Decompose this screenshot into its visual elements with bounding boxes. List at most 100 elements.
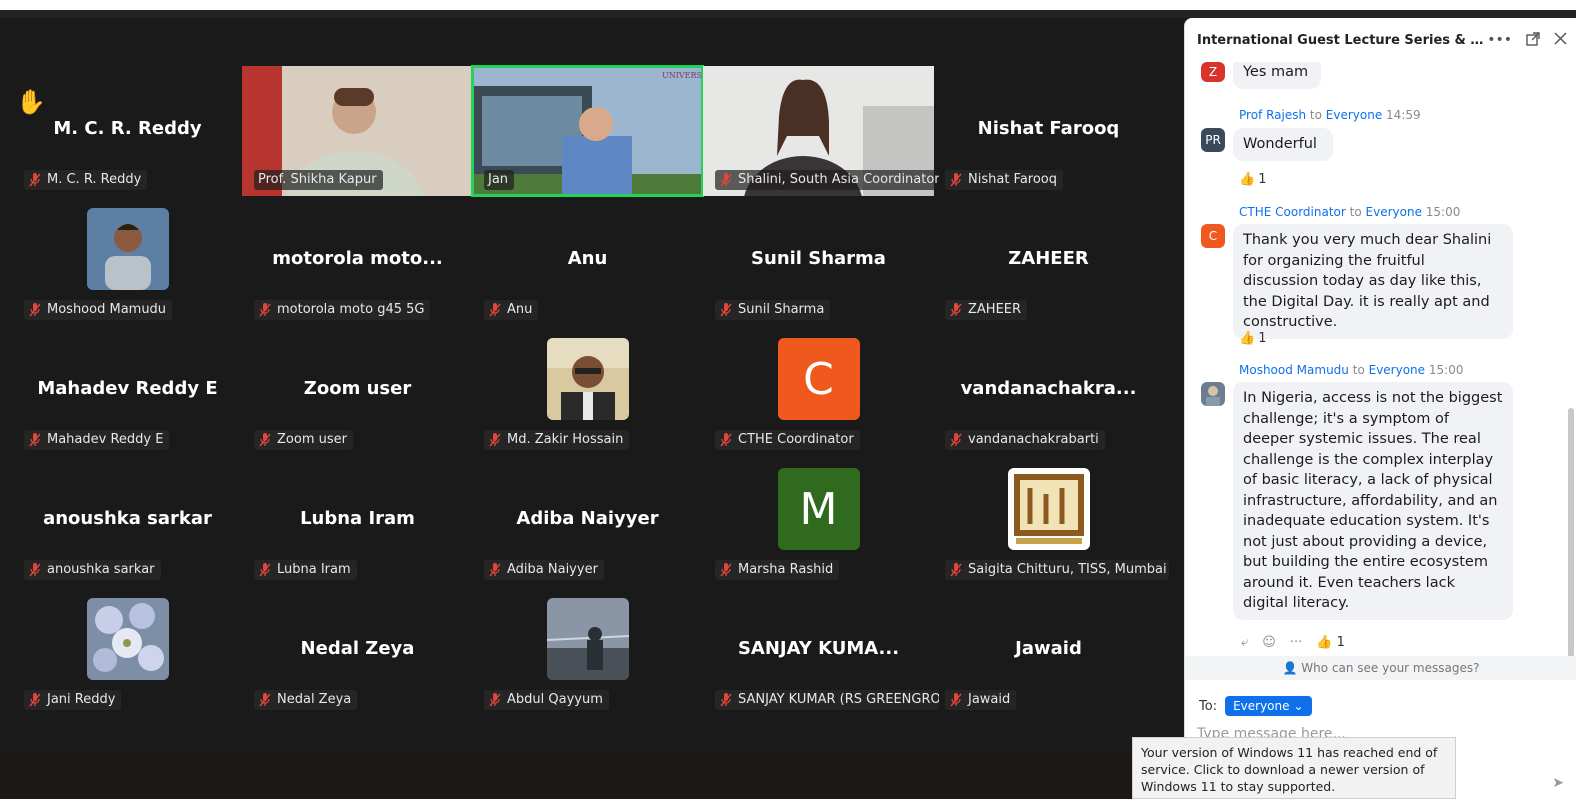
participant-tile[interactable]: Md. Zakir Hossain [472,326,703,456]
participant-name-label: Saigita Chitturu, TISS, Mumbai [945,560,1169,580]
mic-off-icon [719,433,733,447]
participant-tile[interactable]: SANJAY KUMA... SANJAY KUMAR (RS GREENGROW… [703,586,939,716]
windows-update-notification[interactable]: Your version of Windows 11 has reached e… [1132,737,1456,799]
mic-off-icon [949,173,963,187]
who-can-see-link[interactable]: 👤 Who can see your messages? [1185,656,1576,680]
participant-tile[interactable]: vandanachakra... vandanachakrabarti [933,326,1164,456]
reply-icon[interactable]: ⤶ [1241,635,1248,650]
chat-scrollbar[interactable] [1568,408,1574,658]
chat-title: International Guest Lecture Series & Oth… [1197,32,1493,48]
participant-name: Anu [507,302,533,317]
participant-name-label: Jawaid [945,690,1017,710]
participant-name-label: Jani Reddy [24,690,122,710]
participant-tile[interactable]: Moshood Mamudu [12,196,243,326]
reaction[interactable]: 👍 1 [1239,172,1266,187]
participant-name-label: anoushka sarkar [24,560,161,580]
mic-off-icon [258,433,272,447]
participant-tile[interactable]: Mahadev Reddy E Mahadev Reddy E [12,326,243,456]
participant-name-label: Anu [484,300,539,320]
participant-tile[interactable]: Adiba Naiyyer Adiba Naiyyer [472,456,703,586]
participant-tile[interactable]: Saigita Chitturu, TISS, Mumbai [933,456,1169,586]
participant-name: Mahadev Reddy E [47,432,164,447]
avatar: M [777,468,860,550]
thumbs-up-icon: 👍 [1316,635,1333,650]
more-icon[interactable]: ··· [1290,635,1302,650]
popout-icon[interactable] [1526,32,1540,50]
participant-name-display: Adiba Naiyyer [516,508,659,529]
participant-name-display: Lubna Iram [300,508,415,529]
participant-tile[interactable]: anoushka sarkar anoushka sarkar [12,456,243,586]
participant-name: Adiba Naiyyer [507,562,598,577]
participant-tile[interactable]: Anu Anu [472,196,703,326]
send-icon[interactable]: ➤ [1552,775,1564,791]
participant-tile[interactable]: UNIVERSITY Jan [471,65,704,197]
meeting-controls-bar [0,754,1184,799]
participant-tile[interactable]: Nishat Farooq Nishat Farooq [933,66,1164,196]
participant-tile[interactable]: Shalini, South Asia Coordinator, A... [703,66,939,196]
participant-tile[interactable]: Nedal Zeya Nedal Zeya [242,586,473,716]
participant-tile[interactable]: motorola moto... motorola moto g45 5G [242,196,473,326]
emoji-icon[interactable]: ☺ [1262,635,1276,650]
mic-off-icon [488,563,502,577]
participant-name-label: Mahadev Reddy E [24,430,170,450]
window-top-edge [0,0,1576,10]
chat-messages[interactable]: Z Yes mam Prof Rajesh to Everyone 14:59 … [1185,62,1576,656]
mic-off-icon [28,563,42,577]
participant-tile[interactable]: Zoom user Zoom user [242,326,473,456]
participant-name-display: Zoom user [303,378,412,399]
participant-name: CTHE Coordinator [738,432,854,447]
participant-name-label: CTHE Coordinator [715,430,860,450]
participant-name: Saigita Chitturu, TISS, Mumbai [968,562,1167,577]
avatar [546,338,629,420]
participant-tile[interactable]: M Marsha Rashid [703,456,934,586]
participant-name: motorola moto g45 5G [277,302,425,317]
avatar [86,598,169,680]
participant-tile[interactable]: Lubna Iram Lubna Iram [242,456,473,586]
chat-message: In Nigeria, access is not the biggest ch… [1233,382,1513,620]
participant-name-label: Abdul Qayyum [484,690,609,710]
participant-name: Sunil Sharma [738,302,825,317]
participant-tile[interactable]: Abdul Qayyum [472,586,703,716]
participant-name-label: M. C. R. Reddy [24,170,148,190]
participant-name-label: Adiba Naiyyer [484,560,604,580]
participant-name: M. C. R. Reddy [47,172,142,187]
avatar: C [777,338,860,420]
close-icon[interactable] [1554,32,1567,50]
participant-name-label: Sunil Sharma [715,300,831,320]
participant-tile[interactable]: Jawaid Jawaid [933,586,1164,716]
participant-name-label: Shalini, South Asia Coordinator, A... [715,170,939,190]
message-meta: CTHE Coordinator to Everyone 15:00 [1239,205,1461,219]
participant-name: Prof. Shikha Kapur [258,172,377,187]
recipient-row: To: Everyone ⌄ [1199,696,1312,716]
mic-off-icon [488,693,502,707]
participant-name-display: Nishat Farooq [977,118,1120,139]
participant-name-label: SANJAY KUMAR (RS GREENGROW) [715,690,939,710]
avatar: Z [1201,62,1225,82]
participant-name-label: Zoom user [254,430,353,450]
participant-name-label: Md. Zakir Hossain [484,430,630,450]
participant-tile[interactable]: Prof. Shikha Kapur [242,66,473,196]
chat-panel: International Guest Lecture Series & Oth… [1184,18,1576,799]
reaction[interactable]: 👍 1 [1239,331,1266,346]
participant-name-label: vandanachakrabarti [945,430,1105,450]
mic-off-icon [258,303,272,317]
avatar: C [1201,224,1225,248]
participant-tile[interactable]: ZAHEER ZAHEER [933,196,1164,326]
participant-tile[interactable]: Sunil Sharma Sunil Sharma [703,196,934,326]
participant-name: Jani Reddy [47,692,116,707]
participant-tile[interactable]: M. C. R. Reddy M. C. R. Reddy [12,66,243,196]
participant-name: Shalini, South Asia Coordinator, A... [738,172,939,187]
mic-off-icon [719,563,733,577]
participant-tile[interactable]: C CTHE Coordinator [703,326,934,456]
recipient-dropdown[interactable]: Everyone ⌄ [1225,696,1312,716]
participant-name: Jawaid [968,692,1011,707]
more-icon[interactable]: ••• [1487,32,1512,50]
reaction[interactable]: 👍 1 [1316,635,1345,650]
participant-name-display: anoushka sarkar [43,508,212,529]
mic-off-icon [719,693,733,707]
mic-off-icon [258,563,272,577]
avatar [546,598,629,680]
participant-name-display: motorola moto... [272,248,443,269]
participant-name-label: Moshood Mamudu [24,300,173,320]
participant-tile[interactable]: Jani Reddy [12,586,243,716]
